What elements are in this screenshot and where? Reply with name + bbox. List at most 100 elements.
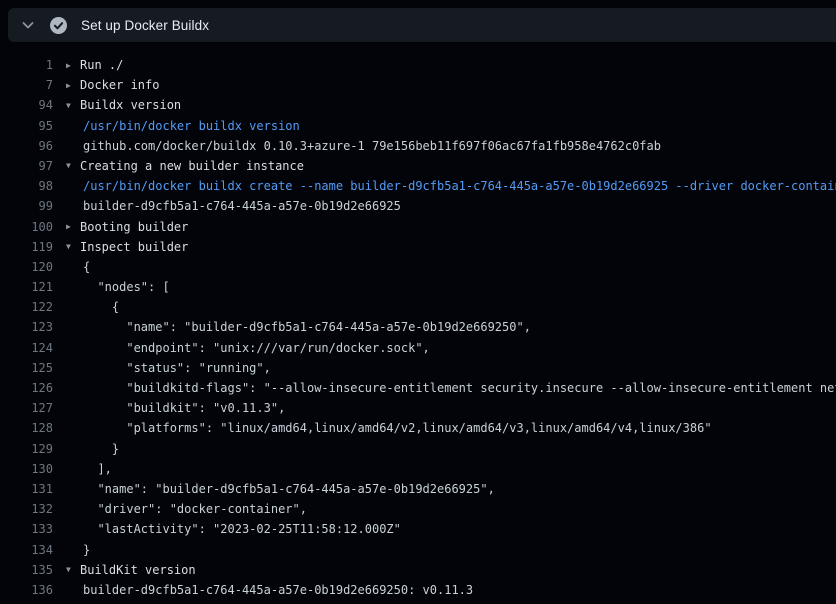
output-text: "endpoint": "unix:///var/run/docker.sock…	[66, 338, 836, 358]
log-row[interactable]: 94 ▼Buildx version	[0, 95, 836, 115]
log-row: 96 github.com/docker/buildx 0.10.3+azure-…	[0, 136, 836, 156]
line-number[interactable]: 96	[0, 136, 53, 156]
log-group-toggle[interactable]: ▼Creating a new builder instance	[66, 156, 836, 176]
output-text: }	[66, 439, 836, 459]
check-circle-icon	[50, 17, 67, 34]
log-row: 99 builder-d9cfb5a1-c764-445a-a57e-0b19d2…	[0, 196, 836, 216]
line-number[interactable]: 133	[0, 519, 53, 539]
log-row: 95/usr/bin/docker buildx version	[0, 116, 836, 136]
log-row: 133 "lastActivity": "2023-02-25T11:58:12…	[0, 519, 836, 539]
output-text: }	[66, 540, 836, 560]
group-expanded-arrow-icon: ▼	[66, 237, 80, 257]
output-text: "status": "running",	[66, 358, 836, 378]
output-text: "buildkitd-flags": "--allow-insecure-ent…	[66, 378, 836, 398]
line-number[interactable]: 99	[0, 196, 53, 216]
chevron-down-icon[interactable]	[20, 17, 36, 33]
output-text: "platforms": "linux/amd64,linux/amd64/v2…	[66, 418, 836, 438]
group-expanded-arrow-icon: ▼	[66, 560, 80, 580]
line-number[interactable]: 128	[0, 418, 53, 438]
line-number[interactable]: 119	[0, 237, 53, 257]
output-text: "lastActivity": "2023-02-25T11:58:12.000…	[66, 519, 836, 539]
group-title: Booting builder	[80, 220, 188, 234]
output-text: {	[66, 297, 836, 317]
group-title: BuildKit version	[80, 563, 196, 577]
output-text: {	[66, 257, 836, 277]
line-number[interactable]: 131	[0, 479, 53, 499]
line-number[interactable]: 100	[0, 217, 53, 237]
line-number[interactable]: 123	[0, 317, 53, 337]
group-title: Docker info	[80, 78, 159, 92]
line-number[interactable]: 135	[0, 560, 53, 580]
group-collapsed-arrow-icon: ▶	[66, 76, 80, 96]
log-group-toggle[interactable]: ▶Docker info	[66, 75, 836, 95]
log-group-toggle[interactable]: ▶Run ./	[66, 55, 836, 75]
group-collapsed-arrow-icon: ▶	[66, 56, 80, 76]
log-group-toggle[interactable]: ▼Inspect builder	[66, 237, 836, 257]
log-row: 127 "buildkit": "v0.11.3",	[0, 398, 836, 418]
group-title: Buildx version	[80, 98, 181, 112]
group-title: Inspect builder	[80, 240, 188, 254]
output-text: builder-d9cfb5a1-c764-445a-a57e-0b19d2e6…	[66, 580, 836, 600]
line-number[interactable]: 134	[0, 540, 53, 560]
output-text: github.com/docker/buildx 0.10.3+azure-1 …	[66, 136, 836, 156]
log-row[interactable]: 135 ▼BuildKit version	[0, 560, 836, 580]
log-output: 1▶Run ./7▶Docker info94▼Buildx version95…	[0, 42, 836, 604]
line-number[interactable]: 98	[0, 176, 53, 196]
group-collapsed-arrow-icon: ▶	[66, 217, 80, 237]
log-row: 134}	[0, 540, 836, 560]
output-text: "nodes": [	[66, 277, 836, 297]
log-group-toggle[interactable]: ▼Buildx version	[66, 95, 836, 115]
line-number[interactable]: 129	[0, 439, 53, 459]
log-row: 120 {	[0, 257, 836, 277]
line-number[interactable]: 122	[0, 297, 53, 317]
output-text: ],	[66, 459, 836, 479]
log-row: 126 "buildkitd-flags": "--allow-insecure…	[0, 378, 836, 398]
line-number[interactable]: 7	[0, 75, 53, 95]
step-title: Set up Docker Buildx	[81, 18, 209, 33]
line-number[interactable]: 94	[0, 95, 53, 115]
line-number[interactable]: 97	[0, 156, 53, 176]
line-number[interactable]: 124	[0, 338, 53, 358]
line-number[interactable]: 136	[0, 580, 53, 600]
log-row: 132 "driver": "docker-container",	[0, 499, 836, 519]
group-title: Creating a new builder instance	[80, 159, 304, 173]
group-title: Run ./	[80, 58, 123, 72]
log-group-toggle[interactable]: ▶Booting builder	[66, 217, 836, 237]
command-text: /usr/bin/docker buildx version	[66, 116, 836, 136]
line-number[interactable]: 130	[0, 459, 53, 479]
command-text: /usr/bin/docker buildx create --name bui…	[66, 176, 836, 196]
line-number[interactable]: 1	[0, 55, 53, 75]
line-number[interactable]: 127	[0, 398, 53, 418]
actions-log-viewer: Set up Docker Buildx 1▶Run ./7▶Docker in…	[0, 0, 836, 604]
line-number[interactable]: 132	[0, 499, 53, 519]
line-number[interactable]: 126	[0, 378, 53, 398]
output-text: "name": "builder-d9cfb5a1-c764-445a-a57e…	[66, 479, 836, 499]
log-row: 130 ],	[0, 459, 836, 479]
log-row: 123 "name": "builder-d9cfb5a1-c764-445a-…	[0, 317, 836, 337]
log-row: 128 "platforms": "linux/amd64,linux/amd6…	[0, 418, 836, 438]
line-number[interactable]: 121	[0, 277, 53, 297]
line-number[interactable]: 125	[0, 358, 53, 378]
step-header[interactable]: Set up Docker Buildx	[8, 8, 836, 42]
line-number[interactable]: 120	[0, 257, 53, 277]
log-row: 125 "status": "running",	[0, 358, 836, 378]
log-row: 124 "endpoint": "unix:///var/run/docker.…	[0, 338, 836, 358]
output-text: "buildkit": "v0.11.3",	[66, 398, 836, 418]
log-row: 131 "name": "builder-d9cfb5a1-c764-445a-…	[0, 479, 836, 499]
log-row[interactable]: 119 ▼Inspect builder	[0, 237, 836, 257]
log-row: 136 builder-d9cfb5a1-c764-445a-a57e-0b19d…	[0, 580, 836, 600]
log-row: 122 {	[0, 297, 836, 317]
log-row[interactable]: 100 ▶Booting builder	[0, 217, 836, 237]
log-row[interactable]: 7 ▶Docker info	[0, 75, 836, 95]
log-row: 121 "nodes": [	[0, 277, 836, 297]
output-text: builder-d9cfb5a1-c764-445a-a57e-0b19d2e6…	[66, 196, 836, 216]
log-row[interactable]: 1 ▶Run ./	[0, 55, 836, 75]
group-expanded-arrow-icon: ▼	[66, 96, 80, 116]
log-row[interactable]: 97 ▼Creating a new builder instance	[0, 156, 836, 176]
log-group-toggle[interactable]: ▼BuildKit version	[66, 560, 836, 580]
log-row: 129 }	[0, 439, 836, 459]
output-text: "name": "builder-d9cfb5a1-c764-445a-a57e…	[66, 317, 836, 337]
line-number[interactable]: 95	[0, 116, 53, 136]
output-text: "driver": "docker-container",	[66, 499, 836, 519]
group-expanded-arrow-icon: ▼	[66, 156, 80, 176]
